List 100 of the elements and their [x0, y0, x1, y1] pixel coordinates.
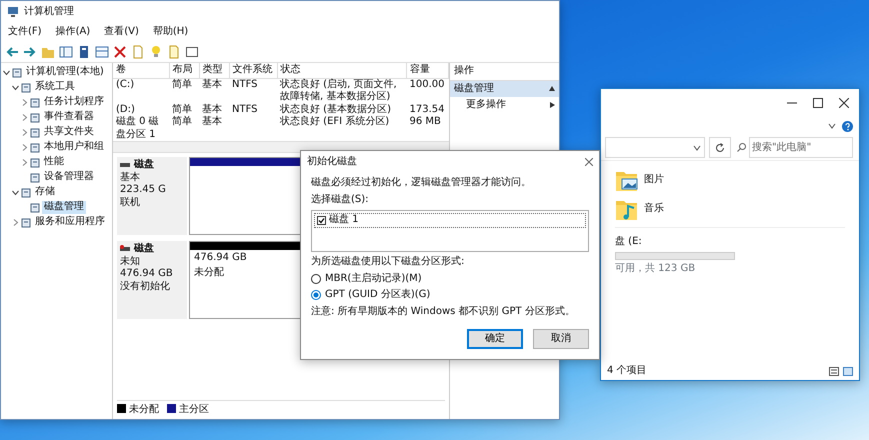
- tree-item[interactable]: 计算机管理(本地): [24, 66, 106, 79]
- table-cell-text: 96 MB: [408, 116, 442, 129]
- panel-icon[interactable]: [95, 44, 109, 58]
- disk-option-label[interactable]: 磁盘 1: [329, 214, 359, 226]
- forward-icon[interactable]: [23, 44, 37, 58]
- cancel-button[interactable]: 取消: [533, 328, 589, 349]
- delete-icon[interactable]: [113, 44, 127, 58]
- tree-item[interactable]: 性能: [42, 156, 66, 169]
- menu-item[interactable]: 操作(A): [48, 26, 98, 38]
- menu-item[interactable]: 查看(V): [97, 26, 146, 38]
- tree-item[interactable]: 存储: [33, 186, 57, 199]
- lightbulb-icon[interactable]: [149, 44, 163, 58]
- column-header[interactable]: 布局: [169, 63, 199, 78]
- drive-space-text: 可用，共 123 GB: [615, 262, 696, 275]
- disk-detail: 223.45 G: [120, 184, 167, 196]
- back-icon[interactable]: [5, 44, 19, 58]
- table-cell: (D:): [113, 104, 169, 116]
- table-cell: 简单: [169, 78, 199, 104]
- disk-name: 磁盘: [134, 159, 154, 172]
- folder-name[interactable]: 图片: [644, 174, 664, 187]
- menu-item[interactable]: 文件(F): [1, 26, 49, 38]
- legend-item: 主分区: [167, 404, 209, 416]
- node-icon: [30, 128, 40, 138]
- table-cell-text: NTFS: [231, 104, 259, 116]
- tree-item[interactable]: 服务和应用程序: [33, 216, 107, 229]
- disk-name: 磁盘: [134, 243, 154, 256]
- ok-button[interactable]: 确定: [467, 328, 523, 349]
- help-icon[interactable]: [842, 120, 853, 132]
- disk-detail: 476.94 GB: [120, 268, 174, 280]
- radio-label[interactable]: MBR(主启动记录)(M): [325, 272, 422, 285]
- details-view-icon[interactable]: [829, 366, 839, 376]
- table-cell-text: 简单: [171, 104, 193, 116]
- tiles-view-icon[interactable]: [843, 366, 853, 376]
- table-cell-text: 磁盘 0 磁盘分区 1: [115, 116, 160, 141]
- partition-status: 未分配: [193, 266, 225, 280]
- menu-item[interactable]: 帮助(H): [146, 26, 196, 38]
- table-cell: NTFS: [229, 78, 277, 104]
- disk-detail: 未知: [120, 256, 141, 268]
- partition-size: 476.94 GB: [193, 251, 248, 265]
- disk-detail: 联机: [120, 196, 141, 209]
- window-title: 计算机管理: [24, 6, 74, 18]
- node-icon: [30, 158, 40, 168]
- tree-item[interactable]: 共享文件夹: [42, 126, 96, 139]
- node-icon: [30, 172, 40, 182]
- chevron-down-icon[interactable]: [693, 144, 701, 152]
- column-header[interactable]: 状态: [277, 63, 406, 78]
- drive-name[interactable]: 盘 (E:: [615, 236, 845, 248]
- radio-button[interactable]: [311, 274, 321, 284]
- panel-icon[interactable]: [59, 44, 73, 58]
- column-header[interactable]: 卷: [113, 63, 169, 78]
- table-cell-text: 基本: [201, 104, 223, 116]
- table-cell-text: 状态良好 (基本数据分区): [279, 104, 392, 116]
- book-icon[interactable]: [77, 44, 91, 58]
- radio-button[interactable]: [311, 290, 321, 300]
- search-field[interactable]: 搜索"此电脑": [749, 137, 853, 158]
- action-item[interactable]: 更多操作: [450, 97, 559, 114]
- node-icon: [30, 112, 40, 122]
- dialog-message: 磁盘必须经过初始化，逻辑磁盘管理器才能访问。: [311, 177, 532, 190]
- tree-item[interactable]: 事件查看器: [42, 111, 96, 124]
- partition-style-label: 为所选磁盘使用以下磁盘分区形式:: [311, 256, 466, 268]
- column-header[interactable]: 类型: [199, 63, 229, 78]
- folder-icon[interactable]: [615, 198, 638, 221]
- checkbox[interactable]: [317, 216, 326, 225]
- tree-item[interactable]: 本地用户和组: [42, 141, 106, 154]
- radio-label[interactable]: GPT (GUID 分区表)(G): [325, 289, 430, 302]
- table-cell-text: 173.54: [408, 104, 446, 116]
- node-icon: [30, 202, 40, 212]
- disk-detail: 基本: [120, 172, 141, 184]
- table-cell-text: 状态良好 (EFI 系统分区): [279, 116, 390, 129]
- close-icon[interactable]: [585, 158, 593, 166]
- search-icon: [737, 143, 746, 152]
- table-cell-text: 简单: [171, 116, 193, 129]
- tree-item[interactable]: 设备管理器: [42, 171, 96, 184]
- table-cell: (C:): [113, 78, 169, 104]
- tree-item[interactable]: 任务计划程序: [42, 96, 106, 109]
- table-cell: 状态良好 (启动, 页面文件, 故障转储, 基本数据分区): [277, 78, 406, 104]
- collapse-arrow-icon[interactable]: [549, 86, 555, 92]
- node-icon: [30, 98, 40, 108]
- maximize-icon[interactable]: [813, 98, 823, 108]
- table-cell-text: 基本: [201, 116, 223, 129]
- disk-list[interactable]: 磁盘 1: [311, 210, 589, 252]
- window-icon[interactable]: [185, 44, 199, 58]
- computer-icon: [7, 6, 19, 18]
- dialog-title: 初始化磁盘: [307, 156, 357, 168]
- node-icon: [21, 82, 31, 92]
- node-icon: [21, 188, 31, 198]
- tree-item[interactable]: 系统工具: [33, 81, 77, 94]
- folder-name[interactable]: 音乐: [644, 203, 664, 216]
- refresh-button[interactable]: [709, 137, 731, 158]
- chevron-down-icon[interactable]: [828, 122, 836, 130]
- legend-item: 未分配: [117, 404, 159, 416]
- action-label: 更多操作: [466, 99, 506, 112]
- action-item[interactable]: 磁盘管理: [450, 80, 559, 97]
- submenu-arrow-icon[interactable]: [550, 102, 555, 108]
- close-icon[interactable]: [839, 98, 849, 108]
- tree-item[interactable]: 磁盘管理: [42, 201, 86, 214]
- column-header[interactable]: 容量: [406, 63, 448, 78]
- folder-icon[interactable]: [615, 169, 638, 192]
- column-header[interactable]: 文件系统: [229, 63, 277, 78]
- dialog-note: 注意: 所有早期版本的 Windows 都不识别 GPT 分区形式。: [311, 306, 576, 318]
